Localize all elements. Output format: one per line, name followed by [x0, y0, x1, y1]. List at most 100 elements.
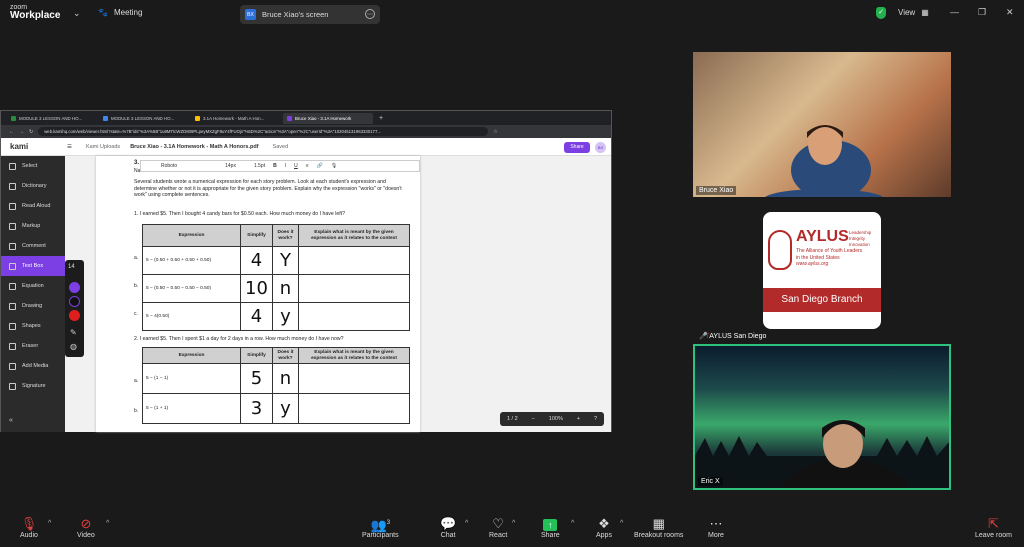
- tool-markup[interactable]: Markup: [1, 216, 65, 236]
- more-icon: ⋯: [709, 516, 723, 531]
- align-icon[interactable]: ≡: [306, 163, 309, 169]
- restore-icon[interactable]: ❐: [978, 7, 986, 18]
- browser-tab-2[interactable]: MODULE 3 LESSON AND HO...: [99, 113, 189, 124]
- participant-video: [764, 123, 884, 209]
- brand-name: Workplace: [10, 10, 61, 21]
- video-button[interactable]: ⊘ Video: [77, 515, 95, 539]
- font-size-select[interactable]: 14px: [225, 163, 236, 169]
- row-label: b.: [134, 408, 139, 414]
- forward-icon[interactable]: →: [19, 129, 24, 135]
- zoom-in-icon[interactable]: +: [577, 416, 580, 422]
- breadcrumb-folder[interactable]: Kami Uploads: [86, 144, 120, 150]
- color-purple-swatch[interactable]: [69, 282, 80, 293]
- palette-size[interactable]: 14: [68, 264, 75, 270]
- kami-share-button[interactable]: Share: [564, 142, 590, 153]
- video-label: Video: [77, 532, 95, 539]
- question-1: 1. I earned $5. Then I bought 4 candy ba…: [134, 211, 345, 217]
- eraser-icon: [9, 342, 16, 350]
- participant-name: Eric X: [698, 477, 723, 486]
- share-screen-button[interactable]: ↑ Share: [541, 515, 560, 539]
- explain-cell[interactable]: [298, 302, 410, 331]
- text-box-icon: [9, 262, 16, 270]
- docs-icon: [103, 115, 108, 121]
- underline-icon[interactable]: U: [294, 163, 298, 169]
- react-button[interactable]: ♡ React: [489, 515, 507, 539]
- tool-add-media[interactable]: Add Media: [1, 356, 65, 376]
- chat-options-icon[interactable]: ^: [465, 520, 468, 527]
- branch-banner: San Diego Branch: [763, 288, 881, 312]
- more-options-icon[interactable]: ⋯: [365, 9, 375, 19]
- eyedropper-icon[interactable]: ✎: [70, 328, 77, 337]
- table-row: 5 − (1 − 1) 5 n: [142, 363, 410, 394]
- tool-drawing[interactable]: Drawing: [1, 296, 65, 316]
- explain-cell[interactable]: [298, 246, 410, 275]
- page-indicator: 1 / 2: [506, 416, 518, 422]
- explain-cell[interactable]: [298, 393, 410, 424]
- share-options-icon[interactable]: ^: [571, 520, 574, 527]
- document-title[interactable]: Bruce Xiao - 3.1A Homework - Math A Hono…: [130, 144, 258, 150]
- tool-text-box[interactable]: Text Box: [1, 256, 65, 276]
- font-select[interactable]: Roboto: [161, 163, 177, 169]
- line-spacing-select[interactable]: 1.5pt: [254, 163, 265, 169]
- tool-read-aloud[interactable]: Read Aloud: [1, 196, 65, 216]
- tool-equation[interactable]: Equation: [1, 276, 65, 296]
- participant-video: [695, 420, 949, 547]
- browser-tab-1[interactable]: MODULE 3 LESSON AND HO...: [7, 113, 97, 124]
- browser-tab-3[interactable]: 3.1A Homework - Math A Hon...: [191, 113, 281, 124]
- meeting-menu[interactable]: 🐾 Meeting: [98, 8, 142, 17]
- zoom-level[interactable]: 100%: [549, 416, 563, 422]
- video-tile-aylus[interactable]: AYLUS Leadership Integrity Innovation Th…: [693, 200, 951, 343]
- address-input[interactable]: web.kamihq.com/web/viewer.html?state=%7B…: [38, 127, 489, 136]
- tool-dictionary[interactable]: Dictionary: [1, 176, 65, 196]
- user-avatar[interactable]: BX: [595, 142, 606, 153]
- tool-label: Shapes: [22, 323, 41, 329]
- leave-label: Leave room: [975, 532, 1012, 539]
- palette-icon[interactable]: ◍: [70, 342, 77, 351]
- star-icon[interactable]: ☆: [493, 129, 497, 135]
- italic-icon[interactable]: I: [285, 163, 286, 169]
- reload-icon[interactable]: ↻: [29, 129, 33, 135]
- breakout-rooms-button[interactable]: ▦ Breakout rooms: [634, 515, 683, 539]
- tool-select[interactable]: Select: [1, 156, 65, 176]
- color-black-swatch[interactable]: [69, 296, 80, 307]
- react-options-icon[interactable]: ^: [512, 520, 515, 527]
- leave-room-button[interactable]: ⇱ Leave room: [975, 515, 1012, 539]
- tool-signature[interactable]: Signature: [1, 376, 65, 396]
- collapse-toolbar-icon[interactable]: «: [9, 417, 13, 424]
- apps-options-icon[interactable]: ^: [620, 520, 623, 527]
- video-options-icon[interactable]: ^: [106, 520, 109, 527]
- view-menu[interactable]: View ▦: [898, 8, 929, 17]
- chat-button[interactable]: 💬 Chat: [440, 515, 456, 539]
- explain-cell[interactable]: [298, 363, 410, 394]
- zoom-out-icon[interactable]: −: [532, 416, 535, 422]
- row-label: b.: [134, 283, 139, 289]
- screen-share-pill[interactable]: BX Bruce Xiao's screen ⋯: [240, 5, 380, 24]
- tool-shapes[interactable]: Shapes: [1, 316, 65, 336]
- menu-icon[interactable]: ☰: [67, 144, 72, 150]
- participant-name-row: 🎤̸ AYLUS San Diego: [696, 331, 769, 341]
- link-icon[interactable]: 🔗: [317, 163, 323, 169]
- document-page: 3. Na Roboto 14px 1.5pt B I U ≡ 🔗 🎙 Seve…: [96, 156, 420, 432]
- participants-button[interactable]: 👥3 Participants: [362, 515, 399, 539]
- help-icon[interactable]: ?: [594, 416, 597, 422]
- video-tile-bruce[interactable]: Bruce Xiao: [693, 52, 951, 209]
- explain-cell[interactable]: [298, 274, 410, 303]
- video-tile-eric[interactable]: Eric X: [693, 344, 951, 547]
- apps-button[interactable]: ❖ Apps: [596, 515, 612, 539]
- color-red-swatch[interactable]: [69, 310, 80, 321]
- new-tab-icon[interactable]: +: [379, 115, 383, 122]
- tool-comment[interactable]: Comment: [1, 236, 65, 256]
- back-icon[interactable]: ←: [9, 129, 14, 135]
- minimize-icon[interactable]: —: [950, 7, 959, 17]
- bold-icon[interactable]: B: [273, 163, 277, 169]
- audio-label: Audio: [20, 532, 38, 539]
- audio-options-icon[interactable]: ^: [48, 520, 51, 527]
- browser-tab-4[interactable]: Bruce Xiao - 3.1A Homework: [283, 112, 373, 124]
- mic-icon[interactable]: 🎙: [331, 163, 337, 169]
- security-shield-icon[interactable]: ✓: [876, 7, 886, 19]
- more-button[interactable]: ⋯ More: [708, 515, 724, 539]
- brand-chevron-icon[interactable]: ⌄: [73, 8, 81, 19]
- tool-eraser[interactable]: Eraser: [1, 336, 65, 356]
- close-icon[interactable]: ✕: [1006, 7, 1014, 18]
- audio-button[interactable]: 🎙 Audio: [20, 515, 38, 539]
